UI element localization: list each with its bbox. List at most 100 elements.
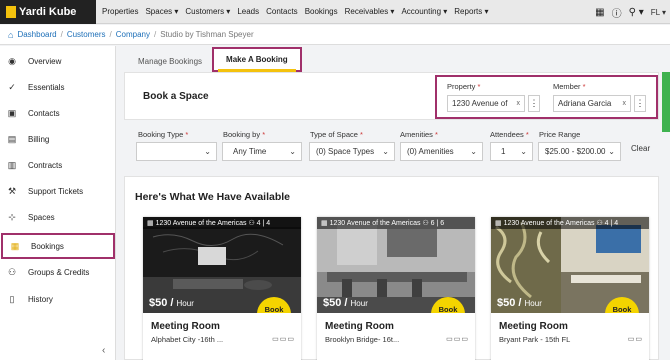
- amenity-icons: ▭▭▭: [446, 336, 469, 343]
- booking-type-label: Booking Type *: [138, 130, 189, 139]
- breadcrumb-separator: /: [109, 30, 112, 39]
- booking-by-label: Booking by *: [223, 130, 266, 139]
- chevron-down-icon: ⌄: [382, 147, 389, 156]
- sidebar-item-billing[interactable]: ▤ Billing: [0, 126, 116, 152]
- nav-bookings[interactable]: Bookings: [305, 7, 338, 16]
- amenities-value: (0) Amenities: [407, 147, 454, 156]
- booking-by-select[interactable]: Any Time ⌄: [222, 142, 302, 161]
- sidebar-item-label: Spaces: [28, 212, 55, 222]
- sidebar-item-contacts[interactable]: ▣ Contacts: [0, 100, 116, 126]
- logo-text: Yardi: [19, 5, 46, 18]
- amenities-label: Amenities *: [400, 130, 438, 139]
- nav-customers[interactable]: Customers ▾: [185, 7, 230, 16]
- space-name: Meeting Room: [499, 321, 568, 332]
- available-spaces: Here's What We Have Available ▦ 1230 Ave…: [124, 176, 659, 360]
- space-price: $50 / Hour: [497, 297, 542, 309]
- sidebar-item-history[interactable]: ▯ History: [0, 286, 116, 312]
- amenities-select[interactable]: (0) Amenities ⌄: [400, 142, 483, 161]
- space-card[interactable]: ▦ 1230 Avenue of the Americas ⚇ 4 | 4 $5…: [491, 217, 649, 360]
- nav-accounting[interactable]: Accounting ▾: [401, 7, 447, 16]
- property-value: 1230 Avenue of: [452, 99, 508, 108]
- nav-reports[interactable]: Reports ▾: [454, 7, 488, 16]
- breadcrumb-company[interactable]: Company: [116, 30, 150, 39]
- space-photo: ▦ 1230 Avenue of the Americas ⚇ 6 | 6 $5…: [317, 217, 475, 313]
- chevron-down-icon: ⌄: [289, 147, 296, 156]
- space-card[interactable]: ▦ 1230 Avenue of the Americas ⚇ 4 | 4 $5…: [143, 217, 301, 360]
- nav-spaces[interactable]: Spaces ▾: [145, 7, 178, 16]
- sidebar-item-label: Groups & Credits: [28, 267, 90, 277]
- check-circle-icon: ✓: [8, 81, 16, 92]
- nav-utilities: ▦ ⓘ ⚲ ▾ FL ▾: [595, 0, 666, 24]
- sidebar-item-groups-credits[interactable]: ⚇ Groups & Credits: [0, 259, 116, 285]
- chevron-down-icon: ⌄: [470, 147, 477, 156]
- yardi-kube-logo[interactable]: Yardi Kube: [0, 0, 96, 24]
- sidebar-item-contracts[interactable]: ▥ Contracts: [0, 152, 116, 178]
- wrench-icon: ⚒: [7, 185, 17, 196]
- top-nav: Yardi Kube Properties Spaces ▾ Customers…: [0, 0, 670, 24]
- sidebar-item-label: Overview: [28, 56, 62, 66]
- sidebar-item-label: Support Tickets: [28, 186, 84, 196]
- attendees-value: 1: [501, 147, 506, 156]
- property-field[interactable]: 1230 Avenue of x: [447, 95, 525, 112]
- calendar-icon[interactable]: ▦: [595, 7, 604, 18]
- member-label: Member *: [553, 82, 586, 91]
- sidebar-item-label: Essentials: [28, 82, 65, 92]
- search-icon[interactable]: ⚲ ▾: [629, 7, 644, 18]
- contract-icon: ▥: [7, 159, 17, 170]
- nav-properties[interactable]: Properties: [102, 7, 138, 16]
- booking-by-value: Any Time: [233, 147, 267, 156]
- breadcrumb-separator: /: [60, 30, 63, 39]
- property-label: Property *: [447, 82, 481, 91]
- chevron-down-icon: ⌄: [520, 147, 527, 156]
- eye-icon: ◉: [8, 55, 16, 66]
- breadcrumb-separator: /: [153, 30, 157, 39]
- filters-bar: Booking Type * ⌄ Booking by * Any Time ⌄…: [124, 124, 659, 170]
- chevron-down-icon: ⌄: [608, 147, 615, 156]
- property-more-icon[interactable]: ⋮: [528, 95, 540, 112]
- tab-make-a-booking[interactable]: Make A Booking: [212, 47, 302, 72]
- breadcrumb-dashboard[interactable]: Dashboard: [17, 30, 56, 39]
- clear-member-icon[interactable]: x: [623, 100, 627, 107]
- sidebar-item-label: Billing: [28, 134, 50, 144]
- sidebar-item-essentials[interactable]: ✓ Essentials: [0, 74, 116, 100]
- chevron-down-icon: ⌄: [204, 147, 211, 156]
- amenity-icons: ▭▭: [627, 336, 643, 343]
- member-field[interactable]: Adriana Garcia x: [553, 95, 631, 112]
- nav-leads[interactable]: Leads: [237, 7, 259, 16]
- sidebar-item-label: Contracts: [28, 160, 63, 170]
- space-card[interactable]: ▦ 1230 Avenue of the Americas ⚇ 6 | 6 $5…: [317, 217, 475, 360]
- tab-manage-bookings[interactable]: Manage Bookings: [128, 57, 212, 72]
- attendees-select[interactable]: 1 ⌄: [490, 142, 533, 161]
- clear-property-icon[interactable]: x: [517, 100, 521, 107]
- space-price: $50 / Hour: [149, 297, 194, 309]
- breadcrumb-customers[interactable]: Customers: [67, 30, 106, 39]
- price-range-select[interactable]: $25.00 - $200.00 ⌄: [538, 142, 621, 161]
- space-name: Meeting Room: [151, 321, 220, 332]
- user-menu[interactable]: FL ▾: [651, 8, 666, 17]
- help-icon[interactable]: ⓘ: [612, 5, 622, 20]
- amenity-icons: ▭▭▭: [272, 336, 295, 343]
- nav-receivables[interactable]: Receivables ▾: [345, 7, 395, 16]
- space-location: Brooklyn Bridge- 16t...: [325, 335, 400, 344]
- collapse-sidebar-icon[interactable]: ‹: [102, 345, 105, 356]
- member-more-icon[interactable]: ⋮: [634, 95, 646, 112]
- spaces-icon: ⊹: [8, 211, 16, 222]
- price-range-label: Price Range: [539, 130, 581, 139]
- type-of-space-select[interactable]: (0) Space Types ⌄: [309, 142, 395, 161]
- price-range-value: $25.00 - $200.00: [545, 147, 606, 156]
- sidebar-item-overview[interactable]: ◉ Overview: [0, 48, 116, 74]
- history-icon: ▯: [9, 293, 15, 304]
- feedback-tab[interactable]: [662, 72, 670, 132]
- breadcrumb: ⌂ Dashboard / Customers / Company / Stud…: [0, 25, 670, 45]
- sidebar-item-bookings[interactable]: ▦ Bookings: [1, 233, 115, 259]
- contact-card-icon: ▣: [7, 107, 17, 118]
- space-location: Alphabet City -16th ...: [151, 335, 224, 344]
- results-title: Here's What We Have Available: [135, 191, 291, 203]
- clear-filters-button[interactable]: Clear: [631, 144, 650, 153]
- home-icon[interactable]: ⌂: [8, 30, 13, 40]
- sidebar-item-support-tickets[interactable]: ⚒ Support Tickets: [0, 178, 116, 204]
- nav-contacts[interactable]: Contacts: [266, 7, 298, 16]
- booking-type-select[interactable]: ⌄: [136, 142, 217, 161]
- sidebar-item-spaces[interactable]: ⊹ Spaces: [0, 204, 116, 230]
- book-a-space-panel: Book a Space Property * 1230 Avenue of x…: [124, 72, 659, 120]
